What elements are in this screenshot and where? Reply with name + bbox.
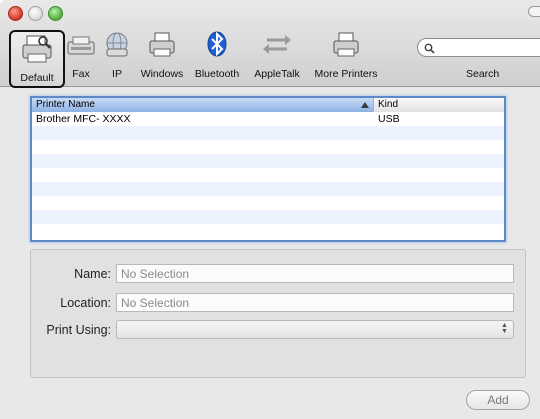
- default-printer-icon: [21, 34, 53, 69]
- toolbar-fax[interactable]: Fax: [64, 28, 98, 82]
- column-header-printer-name-label: Printer Name: [36, 99, 95, 110]
- add-button[interactable]: Add: [466, 390, 530, 410]
- table-row[interactable]: Brother MFC- XXXX USB: [32, 112, 504, 126]
- location-label: Location:: [60, 296, 111, 310]
- search-input[interactable]: [417, 38, 540, 57]
- column-header-printer-name[interactable]: Printer Name: [32, 98, 373, 112]
- printer-list[interactable]: Printer Name Kind Brother MFC- XXXX USB: [30, 96, 506, 242]
- toolbar: Default Fax IP Windows Bluetooth AppleTa…: [0, 0, 540, 88]
- search-icon: [424, 41, 435, 59]
- printer-name-cell: Brother MFC- XXXX: [36, 113, 131, 125]
- empty-row: [32, 140, 504, 154]
- print-using-label: Print Using:: [46, 323, 111, 337]
- fax-icon: [65, 30, 97, 65]
- printer-kind-cell: USB: [378, 113, 400, 125]
- more-printers-icon: [330, 30, 362, 65]
- printer-info-panel: Name: No Selection Location: No Selectio…: [30, 249, 526, 378]
- printer-rows: Brother MFC- XXXX USB: [32, 112, 504, 240]
- select-stepper-icon: ▲ ▼: [501, 322, 508, 335]
- globe-icon: [101, 30, 133, 65]
- toolbar-ip-label: IP: [112, 68, 122, 80]
- empty-row: [32, 154, 504, 168]
- toolbar-windows-label: Windows: [140, 68, 184, 80]
- minimize-button[interactable]: [28, 6, 43, 21]
- bluetooth-icon: [201, 30, 233, 65]
- column-header-kind[interactable]: Kind: [373, 98, 504, 112]
- toolbar-appletalk[interactable]: AppleTalk: [249, 28, 305, 82]
- windows-printer-icon: [146, 30, 178, 65]
- empty-row: [32, 182, 504, 196]
- name-field[interactable]: No Selection: [116, 264, 514, 283]
- appletalk-icon: [261, 30, 293, 65]
- empty-row: [32, 196, 504, 210]
- toolbar-bluetooth[interactable]: Bluetooth: [190, 28, 244, 82]
- empty-row: [32, 224, 504, 238]
- toolbar-more-printers-label: More Printers: [314, 68, 378, 80]
- name-label: Name:: [74, 267, 111, 281]
- search-label: Search: [466, 68, 500, 80]
- toolbar-toggle-button[interactable]: [528, 6, 540, 17]
- toolbar-windows[interactable]: Windows: [138, 28, 186, 82]
- toolbar-more-printers[interactable]: More Printers: [310, 28, 382, 82]
- toolbar-fax-label: Fax: [72, 68, 90, 80]
- print-using-select[interactable]: ▲ ▼: [116, 320, 514, 339]
- location-field[interactable]: No Selection: [116, 293, 514, 312]
- empty-row: [32, 168, 504, 182]
- empty-row: [32, 210, 504, 224]
- add-printer-window: Default Fax IP Windows Bluetooth AppleTa…: [0, 0, 540, 419]
- column-header-kind-label: Kind: [378, 99, 399, 110]
- toolbar-default-label: Default: [20, 72, 54, 84]
- zoom-button[interactable]: [48, 6, 63, 21]
- empty-row: [32, 126, 504, 140]
- close-button[interactable]: [8, 6, 23, 21]
- list-header: Printer Name Kind: [32, 98, 504, 112]
- toolbar-appletalk-label: AppleTalk: [254, 68, 300, 80]
- toolbar-ip[interactable]: IP: [100, 28, 134, 82]
- toolbar-bluetooth-label: Bluetooth: [194, 68, 240, 80]
- toolbar-default[interactable]: Default: [9, 30, 65, 88]
- sort-ascending-icon: [361, 102, 369, 108]
